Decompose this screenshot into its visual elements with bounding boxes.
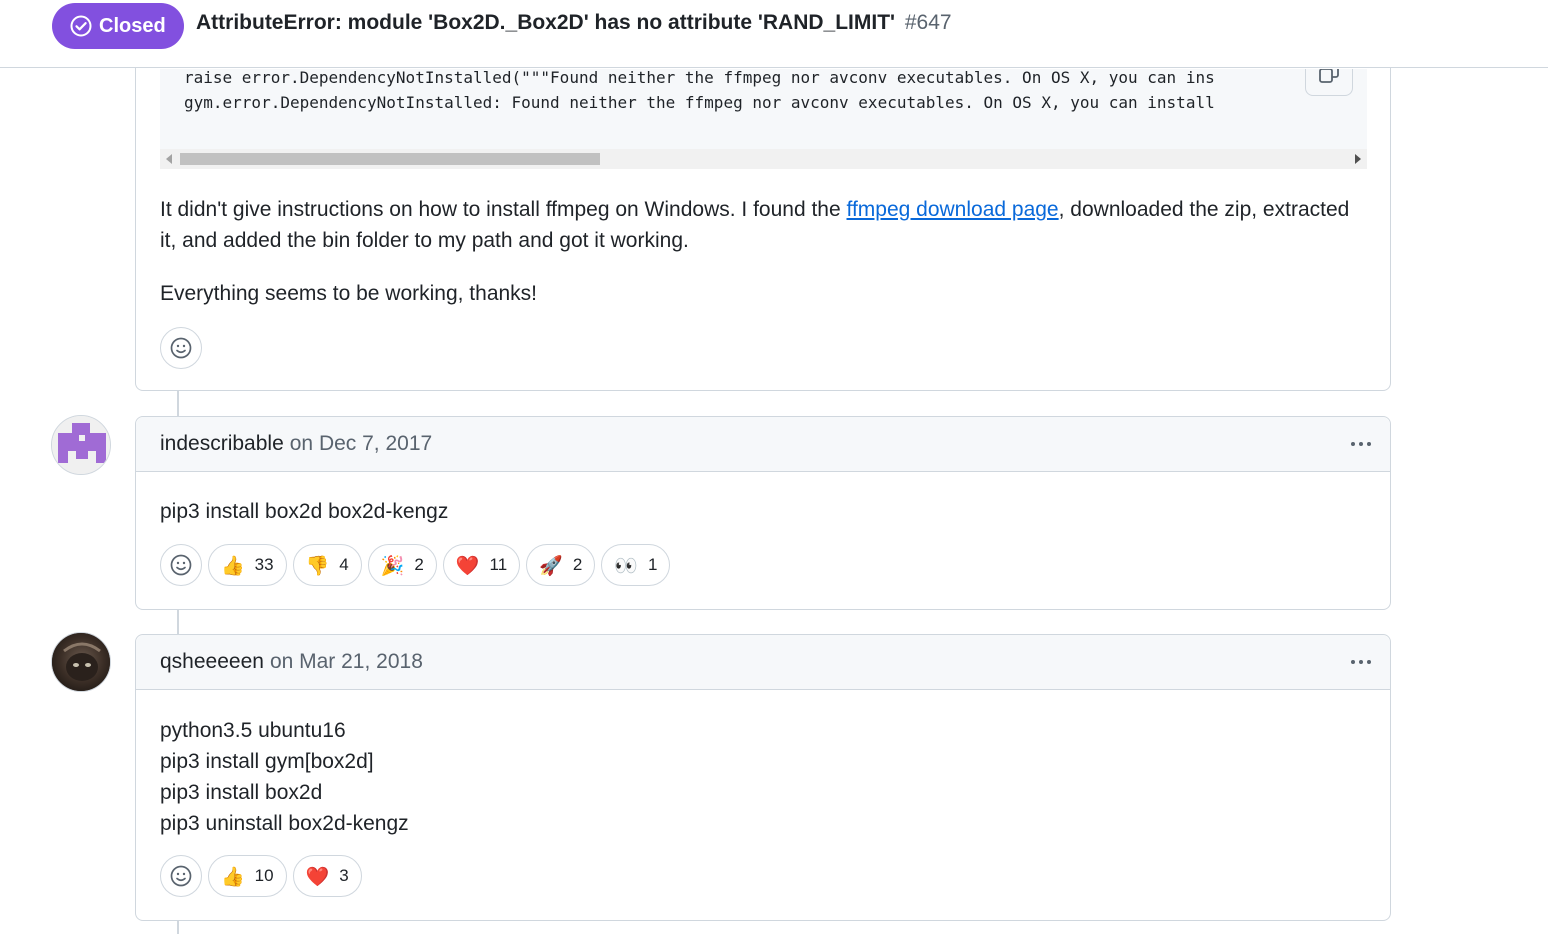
- smiley-icon: [170, 865, 192, 887]
- comment-header: qsheeeeen on Mar 21, 2018: [136, 635, 1390, 690]
- avatar-qsheeeeen[interactable]: [51, 632, 111, 692]
- reaction-hooray[interactable]: 🎉 2: [367, 544, 437, 586]
- code-block: raise error.DependencyNotInstalled("""Fo…: [160, 69, 1367, 169]
- reaction-thumbs-up[interactable]: 👍 33: [208, 544, 287, 586]
- party-popper-icon: 🎉: [380, 554, 405, 577]
- identicon-avatar-icon: [52, 416, 110, 474]
- comment-date[interactable]: on Dec 7, 2017: [290, 432, 432, 456]
- issue-number: #647: [904, 11, 952, 34]
- add-reaction-button[interactable]: [160, 327, 202, 369]
- reaction-count: 1: [648, 555, 658, 574]
- body-line: pip3 install box2d: [160, 781, 323, 804]
- comment-paragraph: It didn't give instructions on how to in…: [160, 194, 1360, 256]
- thumbs-up-icon: 👍: [221, 865, 245, 888]
- comment-paragraph: Everything seems to be working, thanks!: [160, 282, 538, 305]
- avatar-indescribable[interactable]: [51, 415, 111, 475]
- issue-title-text: AttributeError: module 'Box2D._Box2D' ha…: [196, 11, 896, 34]
- check-circle-icon: [70, 15, 92, 37]
- reaction-eyes[interactable]: 👀 1: [601, 544, 671, 586]
- smiley-icon: [170, 554, 192, 576]
- add-reaction-button[interactable]: [160, 855, 202, 897]
- rocket-icon: 🚀: [539, 554, 563, 577]
- comment-author[interactable]: indescribable: [160, 432, 284, 456]
- reaction-heart[interactable]: ❤️ 11: [442, 544, 521, 586]
- reactions-bar: 👍 10 ❤️ 3: [160, 855, 362, 897]
- paragraph-text: It didn't give instructions on how to in…: [160, 198, 847, 221]
- comment-options-kebab-icon[interactable]: [1346, 431, 1376, 457]
- comment-body: python3.5 ubuntu16 pip3 install gym[box2…: [160, 715, 409, 839]
- add-reaction-button[interactable]: [160, 544, 202, 586]
- user-photo-avatar-icon: [52, 633, 110, 691]
- timeline-connector: [177, 391, 179, 417]
- reaction-thumbs-up[interactable]: 👍 10: [208, 855, 287, 897]
- reaction-count: 10: [254, 866, 274, 885]
- reaction-count: 2: [572, 555, 583, 574]
- comment-header: indescribable on Dec 7, 2017: [136, 417, 1390, 472]
- reaction-count: 11: [489, 555, 508, 574]
- smiley-icon: [170, 337, 192, 359]
- heart-icon: ❤️: [305, 865, 330, 888]
- timeline-connector: [177, 609, 179, 635]
- reaction-heart[interactable]: ❤️ 3: [292, 855, 362, 897]
- reactions-bar: [160, 327, 202, 369]
- copy-code-button[interactable]: [1305, 69, 1353, 96]
- heart-icon: ❤️: [455, 554, 480, 577]
- scrollbar-thumb[interactable]: [180, 153, 600, 165]
- reactions-bar: 👍 33 👎 4 🎉 2 ❤️ 11 🚀 2 👀 1: [160, 544, 671, 586]
- state-label: Closed: [99, 14, 166, 37]
- reaction-count: 33: [254, 555, 274, 574]
- reaction-rocket[interactable]: 🚀 2: [526, 544, 596, 586]
- copy-icon: [1319, 69, 1339, 83]
- thumbs-down-icon: 👎: [305, 554, 330, 577]
- timeline-connector: [177, 920, 179, 934]
- reaction-count: 3: [339, 866, 349, 885]
- reaction-count: 4: [339, 555, 349, 574]
- body-line: pip3 uninstall box2d-kengz: [160, 812, 409, 835]
- scroll-right-arrow-icon[interactable]: [1355, 154, 1361, 164]
- thumbs-up-icon: 👍: [221, 554, 245, 577]
- comment-options-kebab-icon[interactable]: [1346, 649, 1376, 675]
- comment-date[interactable]: on Mar 21, 2018: [270, 650, 423, 674]
- closed-state-badge: Closed: [52, 3, 184, 49]
- eyes-icon: 👀: [614, 554, 639, 577]
- reaction-thumbs-down[interactable]: 👎 4: [292, 544, 362, 586]
- issue-title: AttributeError: module 'Box2D._Box2D' ha…: [196, 11, 952, 35]
- comment-qsheeeeen: qsheeeeen on Mar 21, 2018 python3.5 ubun…: [135, 634, 1391, 921]
- comment-indescribable: indescribable on Dec 7, 2017 pip3 instal…: [135, 416, 1391, 610]
- body-line: pip3 install gym[box2d]: [160, 750, 374, 773]
- code-horizontal-scrollbar[interactable]: [160, 149, 1367, 169]
- ffmpeg-download-link[interactable]: ffmpeg download page: [847, 198, 1059, 221]
- body-line: python3.5 ubuntu16: [160, 719, 346, 742]
- code-line-2: gym.error.DependencyNotInstalled: Found …: [184, 93, 1215, 112]
- comment-body: pip3 install box2d box2d-kengz: [160, 500, 449, 523]
- scroll-left-arrow-icon[interactable]: [166, 154, 172, 164]
- comment-author[interactable]: qsheeeeen: [160, 650, 264, 674]
- reaction-count: 2: [414, 555, 424, 574]
- code-line-1: raise error.DependencyNotInstalled("""Fo…: [184, 69, 1215, 87]
- sticky-issue-header: Closed AttributeError: module 'Box2D._Bo…: [0, 0, 1548, 68]
